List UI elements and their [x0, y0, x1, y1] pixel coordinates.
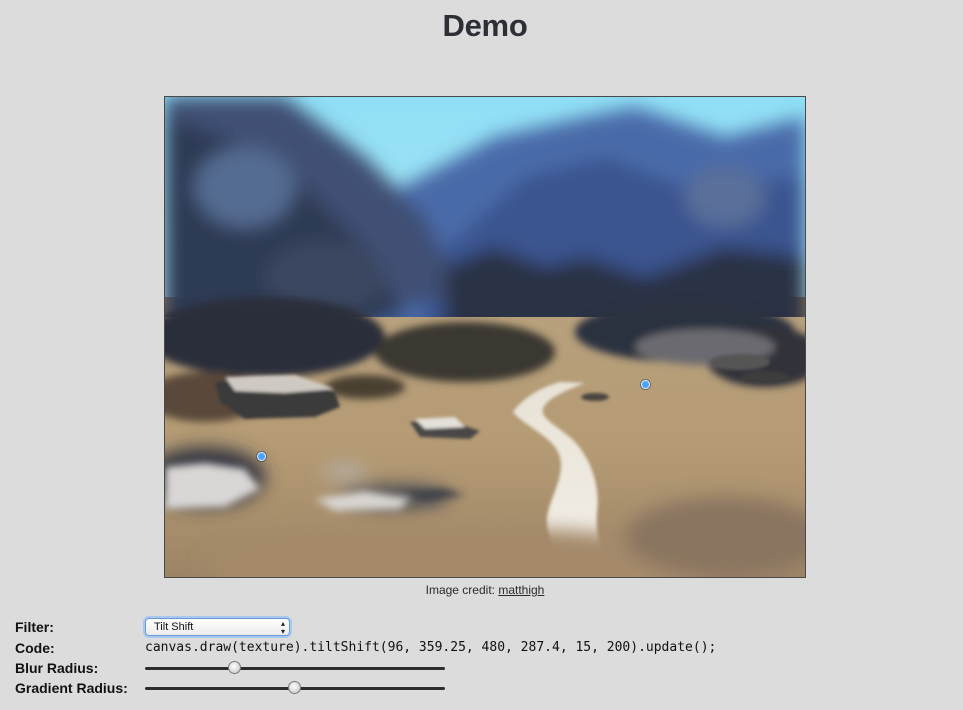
filter-select[interactable]: Tilt Shift ▴ ▾: [145, 618, 290, 636]
filter-selected-value: Tilt Shift: [154, 621, 194, 633]
slider-thumb[interactable]: [288, 681, 301, 694]
slider-thumb[interactable]: [228, 661, 241, 674]
filter-label: Filter:: [15, 619, 54, 635]
credit-author-link[interactable]: matthigh: [498, 583, 544, 597]
code-snippet: canvas.draw(texture).tiltShift(96, 359.2…: [145, 640, 717, 655]
image-credit: Image credit: matthigh: [0, 583, 963, 597]
credit-prefix: Image credit:: [425, 583, 499, 597]
page-title: Demo: [442, 8, 528, 43]
code-label: Code:: [15, 640, 55, 656]
select-arrows-icon: ▴ ▾: [280, 619, 285, 636]
image-canvas[interactable]: [164, 96, 806, 578]
gradient-radius-label: Gradient Radius:: [15, 680, 128, 696]
blur-radius-slider[interactable]: [145, 661, 445, 677]
blur-radius-label: Blur Radius:: [15, 660, 99, 676]
demo-page: Demo Image credit: matthigh Filter: Tilt…: [0, 0, 963, 710]
tilt-shift-photo: [165, 97, 805, 577]
gradient-radius-slider[interactable]: [145, 681, 445, 697]
tilt-end-handle[interactable]: [641, 380, 650, 389]
tilt-start-handle[interactable]: [257, 452, 266, 461]
slider-track: [145, 667, 445, 670]
